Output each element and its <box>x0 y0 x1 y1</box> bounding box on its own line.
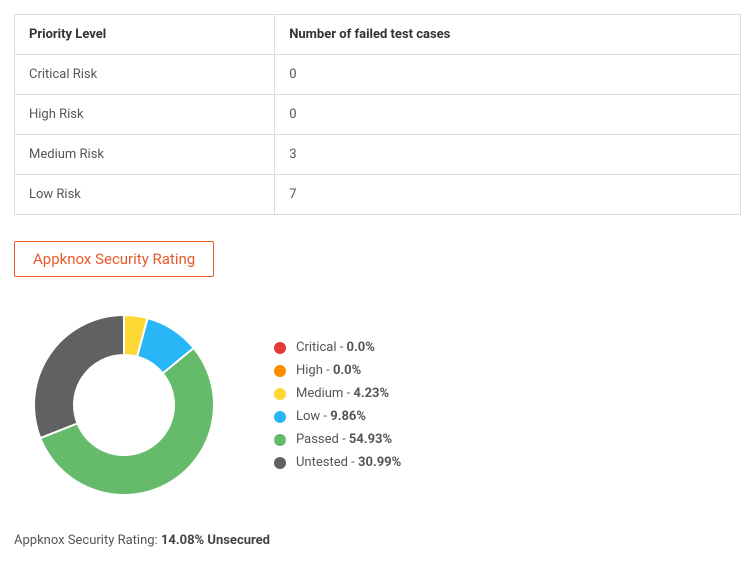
legend-label: Medium - 4.23% <box>296 386 389 401</box>
security-rating-box: Appknox Security Rating <box>14 241 214 277</box>
table-row: Critical Risk0 <box>15 55 741 95</box>
chart-section: Critical - 0.0% High - 0.0% Medium - 4.23%… <box>14 305 741 505</box>
cell-priority: Critical Risk <box>15 55 275 95</box>
table-header-row: Priority Level Number of failed test cas… <box>15 15 741 55</box>
legend-swatch-icon <box>274 388 286 400</box>
footer-value: 14.08% Unsecured <box>161 533 270 548</box>
legend-value: 9.86% <box>330 409 366 424</box>
legend-item-passed: Passed - 54.93% <box>274 432 401 447</box>
cell-count: 7 <box>275 175 741 215</box>
chart-legend: Critical - 0.0% High - 0.0% Medium - 4.23%… <box>274 340 401 470</box>
legend-swatch-icon <box>274 342 286 354</box>
legend-value: 30.99% <box>358 455 401 470</box>
col-header-priority: Priority Level <box>15 15 275 55</box>
cell-count: 3 <box>275 135 741 175</box>
col-header-count: Number of failed test cases <box>275 15 741 55</box>
donut-slice-untested <box>34 315 124 438</box>
legend-swatch-icon <box>274 411 286 423</box>
legend-swatch-icon <box>274 365 286 377</box>
legend-item-untested: Untested - 30.99% <box>274 455 401 470</box>
legend-label: Critical - 0.0% <box>296 340 375 355</box>
priority-table: Priority Level Number of failed test cas… <box>14 14 741 215</box>
legend-swatch-icon <box>274 457 286 469</box>
legend-label: Untested - 30.99% <box>296 455 401 470</box>
legend-value: 0.0% <box>347 340 375 355</box>
legend-value: 54.93% <box>349 432 392 447</box>
legend-value: 4.23% <box>353 386 389 401</box>
legend-item-high: High - 0.0% <box>274 363 401 378</box>
legend-item-low: Low - 9.86% <box>274 409 401 424</box>
donut-chart <box>14 305 234 505</box>
table-row: Medium Risk3 <box>15 135 741 175</box>
legend-item-medium: Medium - 4.23% <box>274 386 401 401</box>
cell-count: 0 <box>275 95 741 135</box>
legend-value: 0.0% <box>333 363 361 378</box>
cell-count: 0 <box>275 55 741 95</box>
legend-label: Passed - 54.93% <box>296 432 392 447</box>
legend-label: High - 0.0% <box>296 363 361 378</box>
cell-priority: High Risk <box>15 95 275 135</box>
legend-swatch-icon <box>274 434 286 446</box>
table-row: Low Risk7 <box>15 175 741 215</box>
legend-item-critical: Critical - 0.0% <box>274 340 401 355</box>
cell-priority: Low Risk <box>15 175 275 215</box>
footer-label: Appknox Security Rating: <box>14 533 161 548</box>
table-row: High Risk0 <box>15 95 741 135</box>
footer-rating-line: Appknox Security Rating: 14.08% Unsecure… <box>14 533 741 548</box>
cell-priority: Medium Risk <box>15 135 275 175</box>
legend-label: Low - 9.86% <box>296 409 366 424</box>
